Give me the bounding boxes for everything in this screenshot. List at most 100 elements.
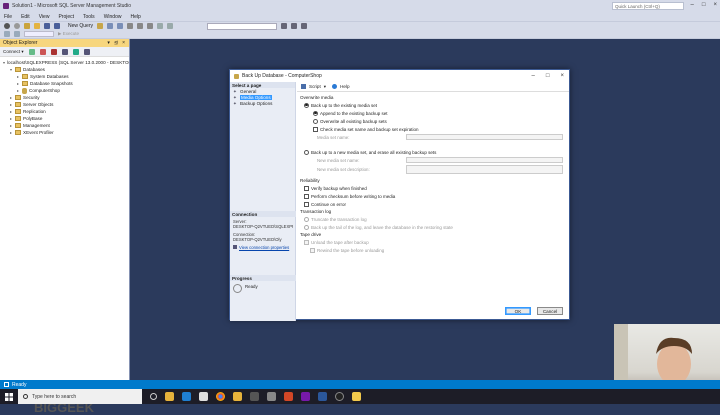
refresh-icon[interactable] (72, 48, 79, 55)
autohide-icon[interactable]: ⊴ (114, 40, 118, 46)
redo-icon[interactable] (167, 23, 174, 29)
unload-tape-option[interactable]: Unload the tape after backup (300, 238, 563, 246)
menu-help[interactable]: Help (130, 14, 140, 20)
page-backup-options[interactable]: ✦ Backup Options (230, 100, 295, 106)
file-explorer-icon[interactable] (165, 392, 174, 401)
tree-node[interactable]: ▸ System Databases (3, 73, 129, 80)
powerpoint-icon[interactable] (284, 392, 293, 401)
unload-tape-checkbox[interactable] (304, 239, 309, 245)
stop-icon[interactable] (50, 48, 57, 55)
new-media-desc-input[interactable] (406, 165, 563, 174)
edge-icon[interactable] (182, 392, 191, 401)
start-button[interactable] (0, 389, 18, 404)
solution-config-dropdown[interactable] (207, 22, 278, 30)
view-connection-props[interactable]: View connection properties (233, 245, 293, 250)
dmx-icon[interactable] (117, 23, 124, 29)
connect-server-icon[interactable] (28, 48, 35, 55)
overwrite-all-option[interactable]: Overwrite all existing backup sets (300, 117, 563, 125)
maximize-icon[interactable]: □ (702, 2, 706, 8)
quick-launch-input[interactable]: Quick Launch (Ctrl+Q) (612, 2, 684, 10)
overwrite-all-radio[interactable] (313, 118, 318, 124)
existing-media-radio[interactable] (304, 102, 309, 108)
menu-project[interactable]: Project (58, 14, 74, 20)
menu-window[interactable]: Window (104, 14, 122, 20)
new-project-icon[interactable] (24, 23, 30, 29)
save-all-icon[interactable] (54, 23, 60, 29)
continue-on-error-option[interactable]: Continue on error (300, 200, 563, 208)
find-icon[interactable] (281, 23, 288, 29)
new-media-name-input[interactable] (406, 157, 563, 163)
verify-checkbox[interactable] (304, 185, 309, 191)
tree-node[interactable]: ▾ localhost\SQLEXPRESS (SQL Server 13.0.2… (3, 59, 129, 66)
filter-icon[interactable] (61, 48, 68, 55)
disconnect-icon[interactable] (14, 31, 20, 37)
tree-node[interactable]: ▾ Databases (3, 66, 129, 73)
pin-icon[interactable]: ▾ (107, 40, 110, 46)
app-gray-icon[interactable] (267, 392, 276, 401)
menu-edit[interactable]: Edit (21, 14, 30, 20)
help-button[interactable]: Help (340, 84, 349, 89)
menu-tools[interactable]: Tools (83, 14, 95, 20)
tail-log-option[interactable]: Back up the tail of the log, and leave t… (300, 223, 563, 231)
tree-node[interactable]: ▸ PolyBase (3, 115, 129, 122)
checksum-checkbox[interactable] (304, 193, 309, 199)
media-set-name-input[interactable] (406, 134, 563, 140)
open-icon[interactable] (34, 23, 40, 29)
tree-node[interactable]: ▸ ComputerShop (3, 87, 129, 94)
save-icon[interactable] (44, 23, 50, 29)
rewind-tape-checkbox[interactable] (310, 247, 315, 253)
collapse-icon[interactable]: ▾ (3, 60, 5, 65)
tree-node[interactable]: ▸ Database Snapshots (3, 80, 129, 87)
copy-icon[interactable] (137, 23, 144, 29)
rewind-tape-option[interactable]: Rewind the tape before unloading (300, 246, 563, 254)
tree-node[interactable]: ▸ Server Objects (3, 101, 129, 108)
paste-icon[interactable] (147, 23, 154, 29)
files-icon[interactable] (233, 392, 242, 401)
existing-media-option[interactable]: Back up to the existing media set (300, 101, 563, 109)
connect-icon[interactable] (4, 31, 10, 37)
undo-icon[interactable] (157, 23, 164, 29)
dialog-minimize-icon[interactable]: – (532, 73, 535, 79)
close-icon[interactable]: × (713, 2, 717, 8)
check-media-option[interactable]: Check media set name and backup set expi… (300, 125, 563, 133)
continue-on-error-checkbox[interactable] (304, 201, 309, 207)
panel-close-icon[interactable]: × (122, 40, 125, 46)
taskbar-search[interactable]: Type here to search (18, 389, 142, 404)
database-dropdown[interactable] (24, 31, 54, 37)
cancel-button[interactable]: Cancel (537, 307, 563, 315)
execute-button[interactable]: ▶ Execute (58, 31, 79, 37)
verify-option[interactable]: Verify backup when finished (300, 184, 563, 192)
truncate-radio[interactable] (304, 216, 309, 222)
toolbox-icon[interactable] (301, 23, 308, 29)
connect-dropdown[interactable]: Connect ▾ (3, 49, 24, 55)
new-media-radio[interactable] (304, 149, 309, 155)
activity-monitor-icon[interactable] (83, 48, 90, 55)
properties-icon[interactable] (291, 23, 298, 29)
tree-node[interactable]: ▸ XEvent Profiler (3, 129, 129, 136)
chrome-icon[interactable] (216, 392, 225, 401)
checksum-option[interactable]: Perform checksum before writing to media (300, 192, 563, 200)
check-media-checkbox[interactable] (313, 126, 318, 132)
tree-node[interactable]: ▸ Security (3, 94, 129, 101)
new-media-option[interactable]: Back up to a new media set, and erase al… (300, 148, 563, 156)
forward-icon[interactable] (14, 23, 20, 29)
back-icon[interactable] (4, 23, 10, 29)
minimize-icon[interactable]: – (691, 2, 694, 8)
tree-node[interactable]: ▸ Replication (3, 108, 129, 115)
menu-file[interactable]: File (4, 14, 12, 20)
lock-app-icon[interactable] (250, 392, 259, 401)
task-view-icon[interactable] (150, 393, 157, 400)
tail-log-radio[interactable] (304, 224, 309, 230)
ssms-icon[interactable] (352, 392, 361, 401)
ok-button[interactable]: OK (505, 307, 531, 315)
word-icon[interactable] (318, 392, 327, 401)
script-button[interactable]: Script (309, 84, 321, 89)
append-radio[interactable] (313, 110, 318, 116)
dialog-close-icon[interactable]: × (560, 73, 564, 79)
disconnect-server-icon[interactable] (39, 48, 46, 55)
script-dropdown-icon[interactable]: ▾ (324, 84, 326, 90)
append-option[interactable]: Append to the existing backup set (300, 109, 563, 117)
cut-icon[interactable] (127, 23, 134, 29)
new-query-button[interactable]: New Query (68, 23, 93, 29)
menu-view[interactable]: View (39, 14, 50, 20)
